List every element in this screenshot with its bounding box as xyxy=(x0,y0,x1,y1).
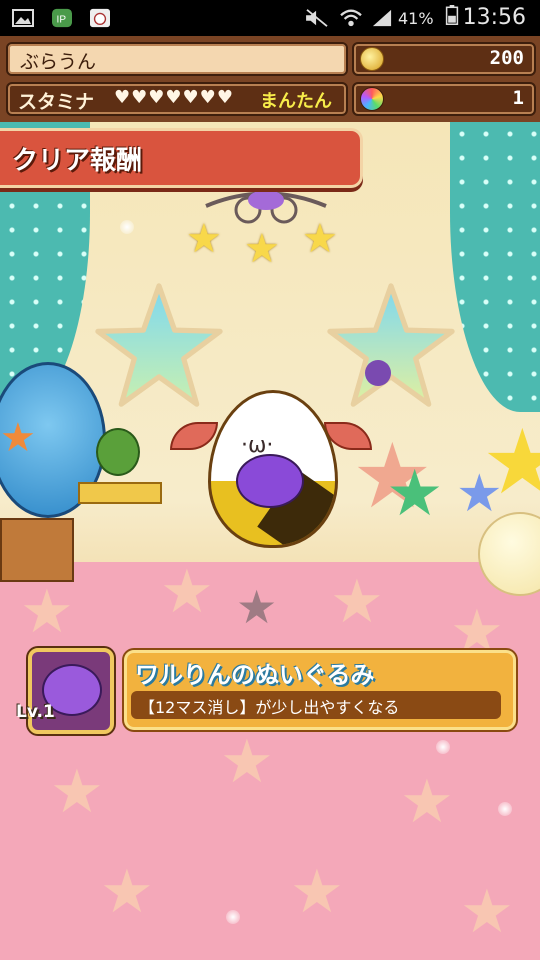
floor-star-decoration: ★ xyxy=(100,857,154,927)
status-bar: IP 41% 13:56 xyxy=(0,0,540,36)
star-window-right xyxy=(327,283,455,407)
floor-star-decoration: ★ xyxy=(460,877,514,947)
battery-percent: 41% xyxy=(398,9,434,28)
star-window-left xyxy=(95,283,223,407)
reward-scene[interactable]: ★ ★ ★ ★ ★ ★ ★ ★ ★ ★ ★ ★ ★ ★ ★ ★ ★ ★ ·ω· … xyxy=(0,122,540,960)
sparkle-effect xyxy=(120,220,134,234)
player-hud: ぶらうん スタミナ ♥♥♥♥♥♥♥ まんたん 200 1 xyxy=(0,36,540,122)
reward-title-banner: クリア報酬 xyxy=(0,128,363,188)
stamina-status: まんたん xyxy=(260,91,332,112)
player-name: ぶらうん xyxy=(20,51,97,73)
cactus-prop xyxy=(96,428,140,476)
floor-star-decoration: ★ xyxy=(400,767,454,837)
stamina-box: スタミナ ♥♥♥♥♥♥♥ まんたん xyxy=(6,82,348,116)
sparkle-effect xyxy=(226,910,240,924)
item-description-box: 【12マス消し】が少し出やすくなる xyxy=(131,691,501,719)
floor-star-decoration: ★ xyxy=(160,557,214,627)
player-name-box[interactable]: ぶらうん xyxy=(6,42,348,76)
page-title: クリア報酬 xyxy=(12,146,143,176)
clock: 13:56 xyxy=(462,5,526,30)
purple-bat-plush-icon xyxy=(236,454,304,508)
curtain-right xyxy=(450,122,540,412)
star-pedestal-prop xyxy=(78,482,162,504)
image-icon xyxy=(12,9,34,27)
shadow-star-marker: ★ xyxy=(236,580,278,634)
stamina-hearts: ♥♥♥♥♥♥♥ xyxy=(114,87,234,108)
gem-value: 1 xyxy=(512,87,524,109)
battery-icon xyxy=(445,5,459,25)
floor-star-decoration: ★ xyxy=(20,577,74,647)
floor-star-decoration: ★ xyxy=(290,857,344,927)
hanging-star-icon: ★ xyxy=(302,216,338,262)
hanging-star-icon: ★ xyxy=(244,226,280,272)
line-app-icon: IP xyxy=(52,8,72,28)
cat-app-icon xyxy=(90,8,110,28)
coin-counter[interactable]: 200 xyxy=(352,42,536,76)
star-mobile: ★ ★ ★ xyxy=(186,186,338,276)
floor-star-decoration: ★ xyxy=(220,727,274,797)
wooden-crate-prop xyxy=(0,518,74,582)
stamina-label: スタミナ xyxy=(18,91,95,113)
item-level: Lv.1 xyxy=(16,702,55,722)
hanging-star-icon: ★ xyxy=(186,216,222,262)
mute-icon xyxy=(306,9,328,27)
coin-icon xyxy=(360,47,384,71)
coin-value: 200 xyxy=(489,47,524,69)
sparkle-effect xyxy=(498,802,512,816)
bat-wing-left xyxy=(170,422,218,450)
green-star-prop: ★ xyxy=(386,457,444,531)
item-name: ワルりんのぬいぐるみ xyxy=(135,661,375,689)
signal-icon xyxy=(372,9,392,27)
orange-star-prop: ★ xyxy=(0,415,36,461)
item-description: 【12マス消し】が少し出やすくなる xyxy=(139,698,400,717)
floor-star-decoration: ★ xyxy=(50,757,104,827)
floor-star-decoration: ★ xyxy=(330,567,384,637)
reward-item-card[interactable]: ワルりんのぬいぐるみ 【12マス消し】が少し出やすくなる xyxy=(124,650,516,730)
gem-counter[interactable]: 1 xyxy=(352,82,536,116)
rainbow-gem-icon xyxy=(360,87,384,111)
wifi-icon xyxy=(340,9,362,27)
sparkle-effect xyxy=(436,740,450,754)
yellow-star-prop: ★ xyxy=(482,410,540,515)
svg-text:IP: IP xyxy=(57,15,67,26)
